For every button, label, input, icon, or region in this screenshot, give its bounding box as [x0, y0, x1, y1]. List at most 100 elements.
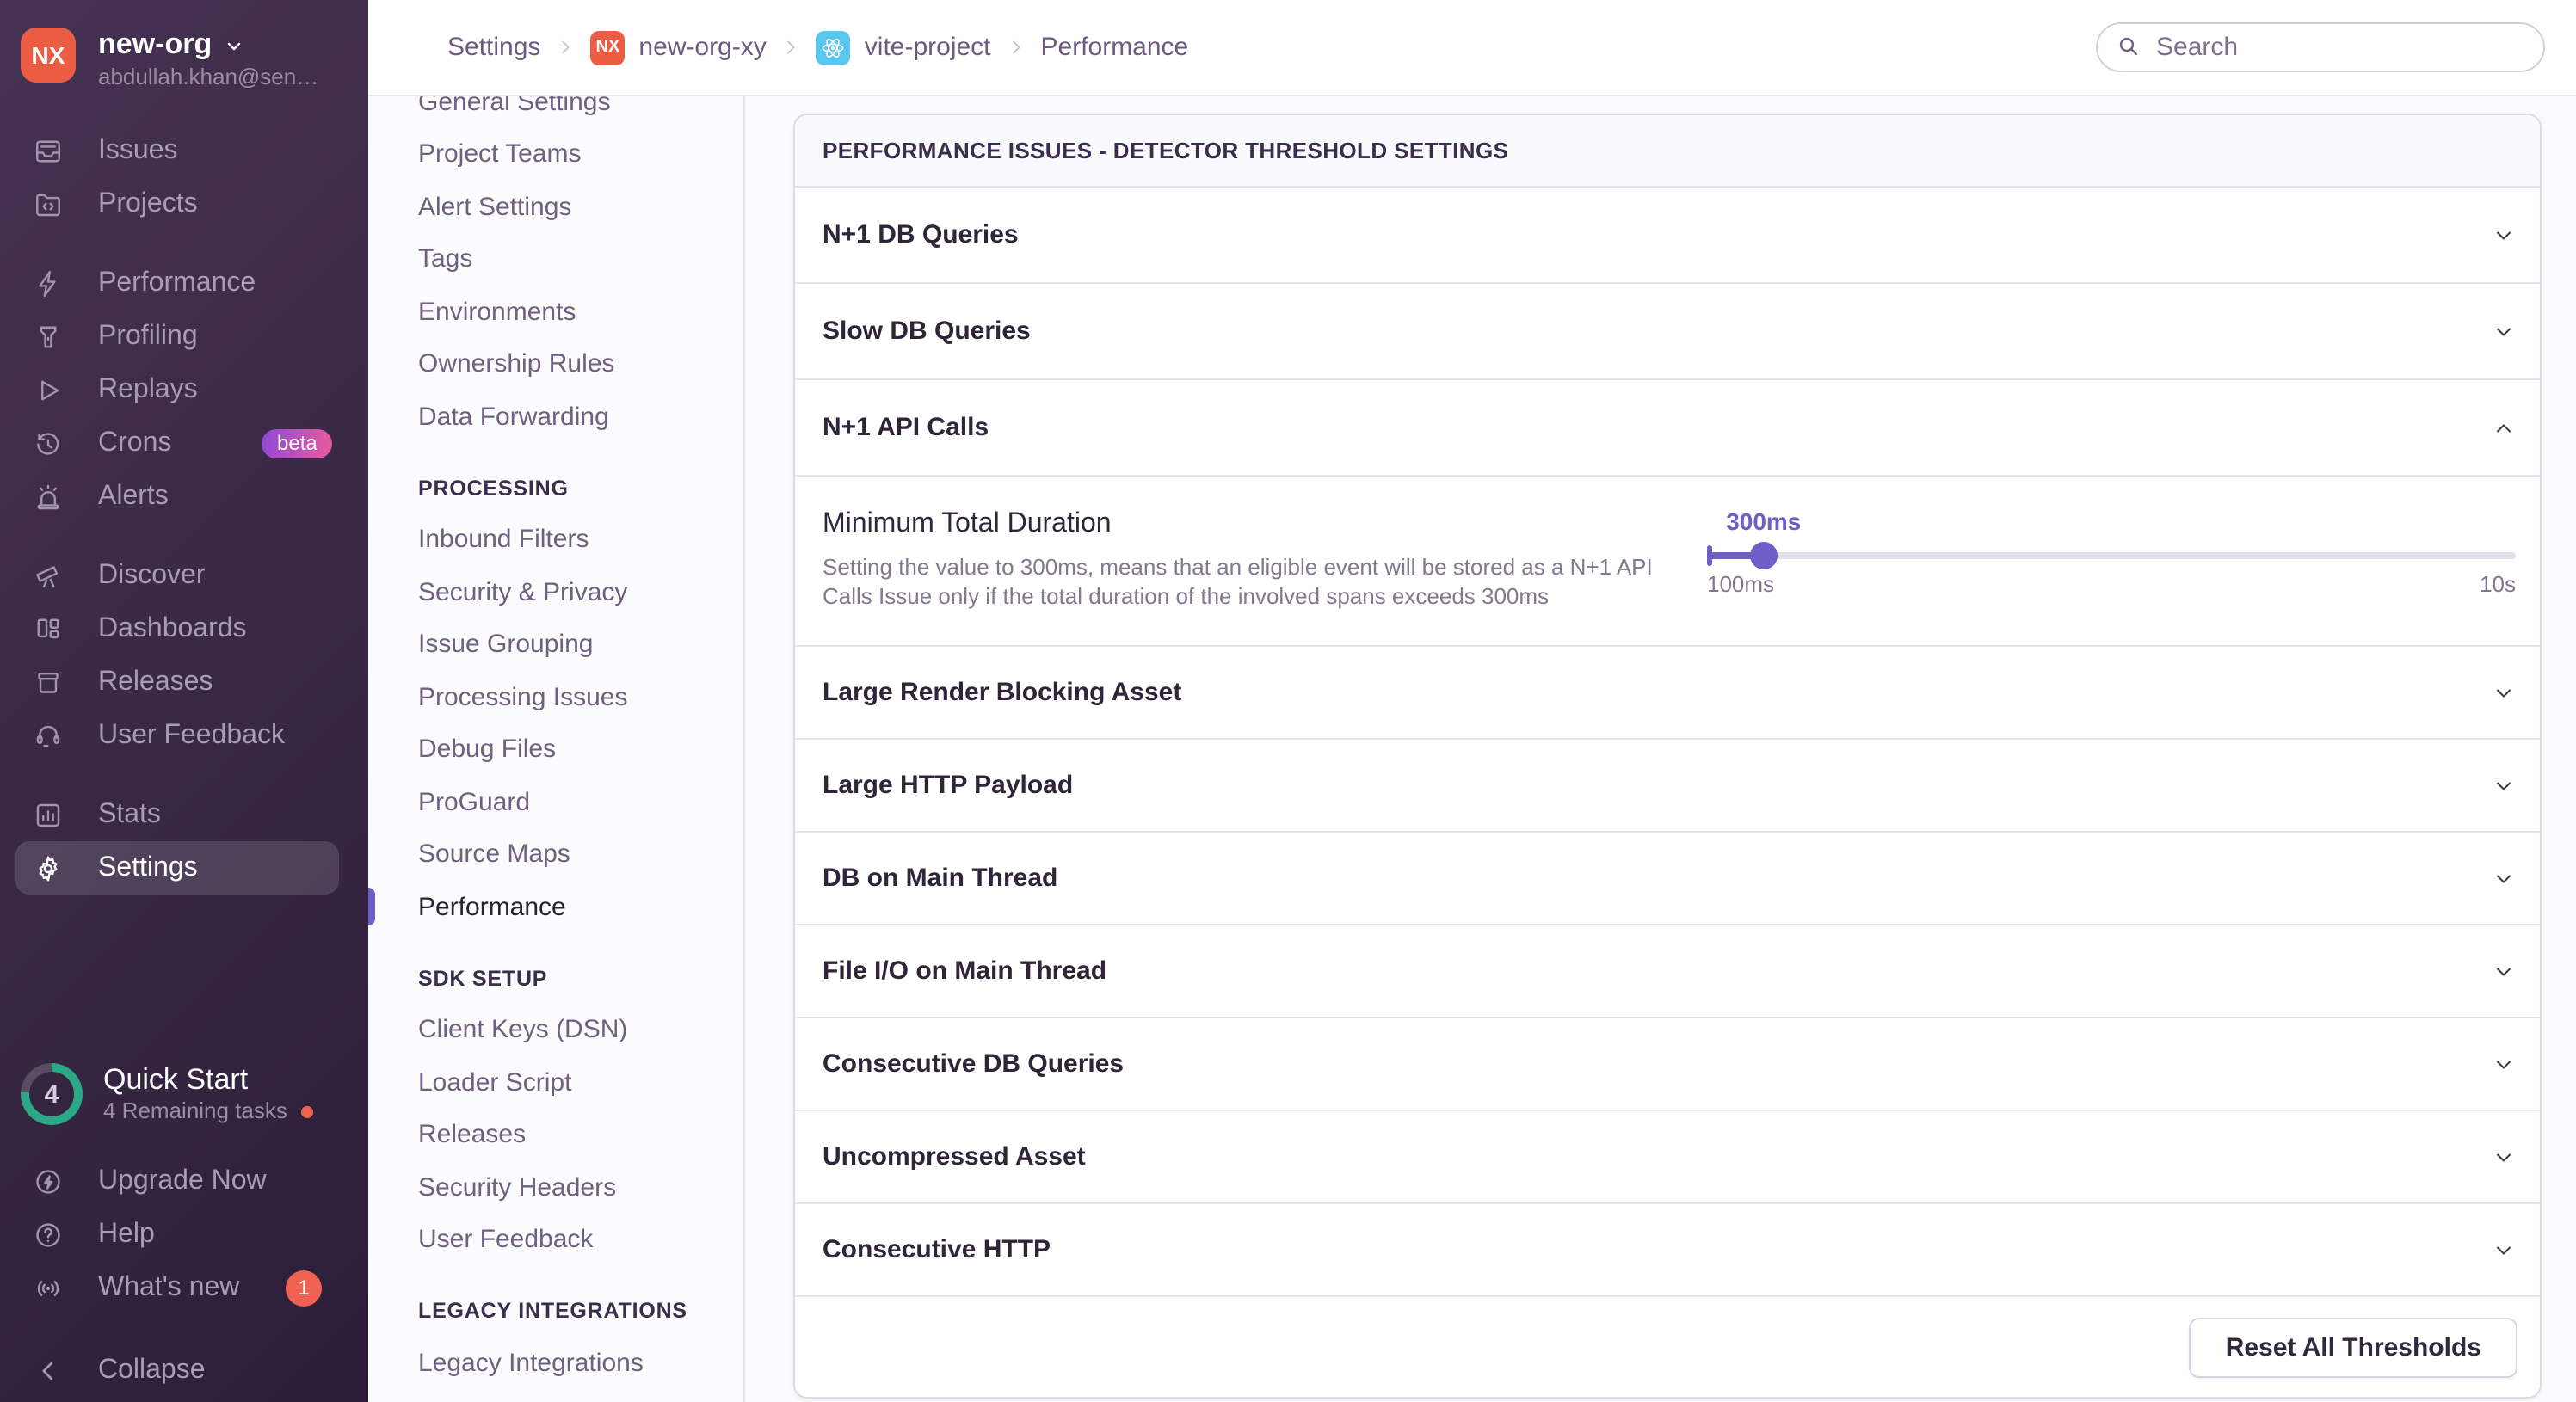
org-badge: NX	[590, 30, 626, 65]
slider-value: 300ms	[1726, 507, 1802, 535]
chevron-left-icon	[33, 1355, 64, 1386]
detector-row-large-render-blocking-asset[interactable]: Large Render Blocking Asset	[795, 647, 2540, 740]
panel-footer: Reset All Thresholds	[795, 1297, 2540, 1397]
detector-row-db-on-main-thread[interactable]: DB on Main Thread	[795, 833, 2540, 925]
sidebar-item-label: Performance	[98, 267, 256, 297]
quick-start-count: 4	[44, 1079, 59, 1109]
breadcrumb-organization[interactable]: NX new-org-xy	[590, 30, 767, 65]
settings-nav-issue-grouping[interactable]: Issue Grouping	[368, 618, 743, 671]
releases-icon	[33, 667, 64, 698]
breadcrumb: Settings NX new-org-xy vite-project Perf…	[447, 30, 1188, 65]
settings-nav-security-privacy[interactable]: Security & Privacy	[368, 566, 743, 618]
sidebar-item-profiling[interactable]: Profiling	[0, 310, 368, 363]
sidebar-item-label: Profiling	[98, 321, 198, 350]
sidebar-item-label: Crons	[98, 427, 172, 457]
sidebar-item-issues[interactable]: Issues	[0, 124, 368, 177]
settings-nav-processing-issues[interactable]: Processing Issues	[368, 671, 743, 723]
sidebar-item-whats-new[interactable]: What's new 1	[0, 1261, 368, 1314]
settings-nav-legacy-integrations[interactable]: Legacy Integrations	[368, 1337, 743, 1389]
slider-thumb[interactable]	[1749, 542, 1778, 569]
beta-badge: beta	[262, 428, 333, 458]
settings-nav-proguard[interactable]: ProGuard	[368, 776, 743, 828]
settings-nav-section-sdk-setup: SDK SETUP	[418, 966, 548, 990]
sidebar-item-dashboards[interactable]: Dashboards	[0, 602, 368, 655]
notification-dot	[300, 1105, 313, 1117]
slider-min-label: 100ms	[1707, 571, 1775, 597]
settings-nav-source-maps[interactable]: Source Maps	[368, 828, 743, 881]
settings-nav-loader-script[interactable]: Loader Script	[368, 1056, 743, 1109]
quick-start-widget[interactable]: 4 Quick Start 4 Remaining tasks	[0, 1063, 368, 1125]
sidebar-item-stats[interactable]: Stats	[0, 788, 368, 841]
detector-row-slow-db-queries[interactable]: Slow DB Queries	[795, 284, 2540, 380]
app-root: NX new-org abdullah.khan@sen… Issues Pro…	[0, 0, 2576, 1402]
sidebar-item-releases[interactable]: Releases	[0, 655, 368, 709]
sidebar-item-label: Discover	[98, 560, 206, 589]
settings-nav-environments[interactable]: Environments	[368, 286, 743, 338]
crons-icon	[33, 427, 64, 458]
org-name: new-org	[98, 28, 213, 60]
sidebar-item-alerts[interactable]: Alerts	[0, 470, 368, 523]
react-icon	[816, 30, 851, 65]
settings-nav-tags[interactable]: Tags	[368, 233, 743, 286]
detector-row-label: N+1 DB Queries	[823, 220, 1019, 249]
settings-nav-project-teams[interactable]: Project Teams	[368, 128, 743, 181]
settings-nav-client-keys[interactable]: Client Keys (DSN)	[368, 1004, 743, 1056]
settings-nav-ownership-rules[interactable]: Ownership Rules	[368, 338, 743, 390]
chevron-down-icon	[2492, 1238, 2516, 1262]
settings-nav-user-feedback[interactable]: User Feedback	[368, 1214, 743, 1266]
settings-content: PERFORMANCE ISSUES - DETECTOR THRESHOLD …	[745, 96, 2576, 1402]
slider-start-cap	[1707, 545, 1712, 566]
panel-title: PERFORMANCE ISSUES - DETECTOR THRESHOLD …	[795, 115, 2540, 188]
sidebar-item-upgrade-now[interactable]: Upgrade Now	[0, 1154, 368, 1208]
detector-row-consecutive-db-queries[interactable]: Consecutive DB Queries	[795, 1018, 2540, 1111]
breadcrumb-project[interactable]: vite-project	[816, 30, 991, 65]
sidebar-item-performance[interactable]: Performance	[0, 256, 368, 310]
sidebar-item-label: What's new	[98, 1272, 240, 1301]
detector-row-uncompressed-asset[interactable]: Uncompressed Asset	[795, 1111, 2540, 1204]
settings-nav-general-settings[interactable]: General Settings	[368, 96, 743, 128]
sidebar-item-label: Alerts	[98, 481, 169, 510]
settings-nav-releases[interactable]: Releases	[368, 1109, 743, 1161]
sidebar-item-label: Replays	[98, 374, 198, 403]
detector-row-label: Large Render Blocking Asset	[823, 678, 1182, 707]
detector-row-label: File I/O on Main Thread	[823, 956, 1107, 986]
sidebar-collapse-button[interactable]: Collapse	[0, 1344, 368, 1397]
sidebar-item-discover[interactable]: Discover	[0, 549, 368, 602]
detector-row-consecutive-http[interactable]: Consecutive HTTP	[795, 1204, 2540, 1297]
chevron-down-icon	[2492, 959, 2516, 983]
detector-row-file-io-on-main-thread[interactable]: File I/O on Main Thread	[795, 925, 2540, 1018]
help-icon	[33, 1219, 64, 1250]
settings-nav-security-headers[interactable]: Security Headers	[368, 1161, 743, 1214]
breadcrumb-settings[interactable]: Settings	[447, 33, 540, 62]
sidebar-item-projects[interactable]: Projects	[0, 177, 368, 231]
chevron-right-icon	[1007, 38, 1026, 57]
slider-track[interactable]	[1707, 542, 2516, 569]
settings-nav-debug-files[interactable]: Debug Files	[368, 723, 743, 776]
search-input[interactable]	[2096, 22, 2545, 72]
org-avatar-initials: NX	[31, 41, 65, 69]
settings-nav-alert-settings[interactable]: Alert Settings	[368, 181, 743, 233]
detector-row-large-http-payload[interactable]: Large HTTP Payload	[795, 740, 2540, 833]
sidebar-item-user-feedback[interactable]: User Feedback	[0, 709, 368, 762]
settings-nav-inbound-filters[interactable]: Inbound Filters	[368, 513, 743, 566]
sidebar-item-label: Dashboards	[98, 613, 247, 643]
sidebar-item-settings[interactable]: Settings	[15, 841, 339, 895]
sidebar-item-label: Stats	[98, 799, 161, 828]
detector-row-n1-db-queries[interactable]: N+1 DB Queries	[795, 188, 2540, 284]
org-switcher[interactable]: NX new-org abdullah.khan@sen…	[0, 0, 368, 91]
settings-nav-data-forwarding[interactable]: Data Forwarding	[368, 390, 743, 443]
detector-row-label: N+1 API Calls	[823, 413, 989, 442]
sidebar-item-replays[interactable]: Replays	[0, 363, 368, 416]
dashboards-icon	[33, 613, 64, 644]
sidebar-item-help[interactable]: Help	[0, 1208, 368, 1261]
detector-row-label: Large HTTP Payload	[823, 771, 1074, 800]
reset-all-thresholds-button[interactable]: Reset All Thresholds	[2189, 1317, 2517, 1377]
settings-nav-performance[interactable]: Performance	[368, 881, 743, 933]
broadcast-icon	[33, 1272, 64, 1303]
detector-row-label: Consecutive DB Queries	[823, 1049, 1125, 1079]
chevron-down-icon	[2492, 319, 2516, 343]
detector-row-n1-api-calls[interactable]: N+1 API Calls	[795, 380, 2540, 477]
sidebar-item-crons[interactable]: Crons beta	[0, 416, 368, 470]
chevron-down-icon	[2492, 1052, 2516, 1076]
setting-description: Setting the value to 300ms, means that a…	[823, 554, 1653, 609]
